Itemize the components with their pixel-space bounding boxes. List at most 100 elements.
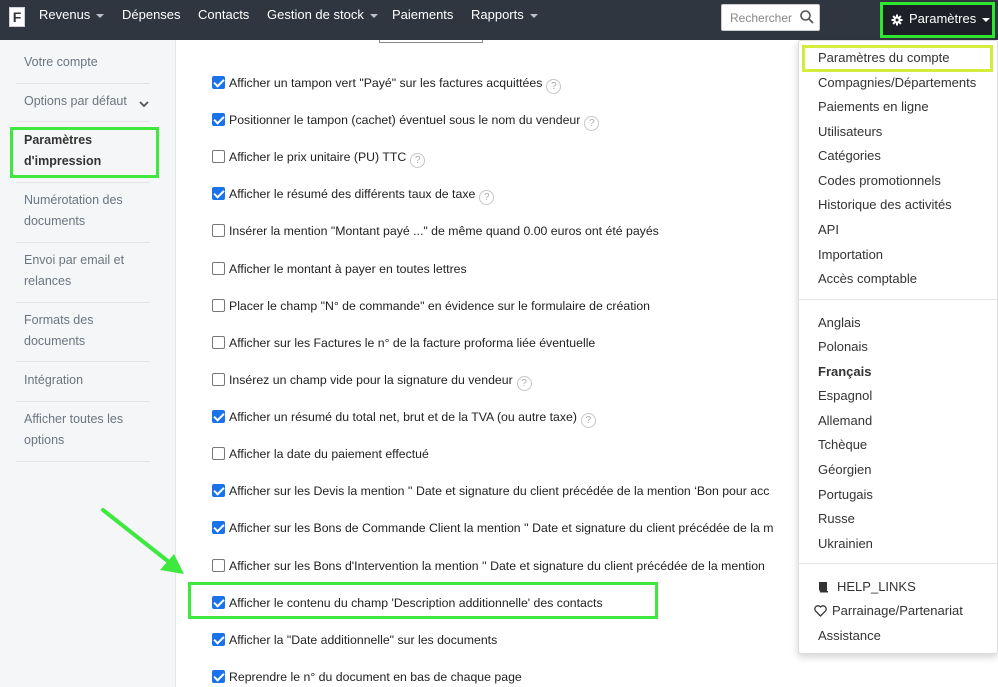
help-icon[interactable]: ? — [479, 190, 495, 205]
nav-contacts-label: Contacts — [198, 7, 250, 22]
option-row[interactable]: Placer le champ "N° de commande" en évid… — [212, 298, 650, 316]
sidebar-item-options-defaut[interactable]: Options par défaut — [16, 91, 150, 112]
menu-item-codes-promo[interactable]: Codes promotionnels — [818, 172, 941, 190]
sidebar-item-toutes-options[interactable]: Afficher toutes les options — [16, 409, 126, 451]
gear-icon — [891, 14, 903, 26]
checkbox[interactable] — [212, 113, 225, 126]
checkbox[interactable] — [212, 224, 225, 237]
search-icon[interactable] — [799, 9, 815, 25]
nav-rapports-label: Rapports — [471, 7, 524, 22]
search-input[interactable] — [726, 5, 796, 30]
nav-depenses-label: Dépenses — [122, 7, 181, 22]
sidebar-item-parametres-impression[interactable]: Paramètres d'impression — [16, 130, 136, 172]
menu-item-lang-ukrainien[interactable]: Ukrainien — [818, 535, 873, 553]
menu-item-parrainage[interactable]: Parrainage/Partenariat — [814, 602, 963, 620]
sidebar-divider — [16, 461, 150, 462]
nav-rapports[interactable]: Rapports — [471, 0, 538, 32]
help-icon[interactable]: ? — [546, 79, 562, 94]
checkbox[interactable] — [212, 410, 225, 423]
option-label: Placer le champ "N° de commande" en évid… — [229, 299, 651, 313]
menu-item-lang-russe[interactable]: Russe — [818, 510, 855, 528]
option-label: Positionner le tampon (cachet) éventuel … — [229, 113, 581, 127]
sidebar-item-envoi-email[interactable]: Envoi par email et relances — [16, 250, 136, 292]
option-row[interactable]: Afficher sur les Factures le n° de la fa… — [212, 335, 595, 353]
menu-item-lang-espagnol[interactable]: Espagnol — [818, 387, 872, 405]
checkbox[interactable] — [212, 150, 225, 163]
option-row[interactable]: Afficher un résumé du total net, brut et… — [212, 409, 596, 428]
chevron-down-icon — [982, 17, 991, 22]
option-row[interactable]: Afficher sur les Devis la mention '' Dat… — [212, 483, 769, 501]
nav-contacts[interactable]: Contacts — [198, 0, 249, 32]
checkbox[interactable] — [212, 670, 225, 683]
checkbox[interactable] — [212, 336, 225, 349]
checkbox[interactable] — [212, 299, 225, 312]
menu-item-historique[interactable]: Historique des activités — [818, 196, 952, 214]
app-logo[interactable]: F — [9, 7, 25, 27]
checkbox[interactable] — [212, 521, 225, 534]
checkbox[interactable] — [212, 559, 225, 572]
help-icon[interactable]: ? — [584, 116, 600, 131]
nav-gestion-stock[interactable]: Gestion de stock — [267, 0, 378, 32]
help-icon[interactable]: ? — [410, 153, 426, 168]
nav-depenses[interactable]: Dépenses — [122, 0, 181, 32]
menu-item-lang-anglais[interactable]: Anglais — [818, 314, 861, 332]
book-icon — [819, 582, 828, 593]
checkbox[interactable] — [212, 633, 225, 646]
checkbox[interactable] — [212, 76, 225, 89]
option-row[interactable]: Insérez un champ vide pour la signature … — [212, 372, 532, 391]
menu-item-utilisateurs[interactable]: Utilisateurs — [818, 123, 882, 141]
menu-item-lang-allemand[interactable]: Allemand — [818, 412, 872, 430]
option-row[interactable]: Afficher le montant à payer en toutes le… — [212, 261, 467, 279]
checkbox[interactable] — [212, 262, 225, 275]
option-label: Afficher un tampon vert "Payé" sur les f… — [229, 76, 543, 90]
settings-button[interactable]: Paramètres — [880, 2, 995, 38]
menu-item-lang-georgien[interactable]: Géorgien — [818, 461, 871, 479]
option-row[interactable]: Afficher le prix unitaire (PU) TTC? — [212, 149, 426, 168]
help-icon[interactable]: ? — [516, 376, 532, 391]
chevron-down-icon[interactable] — [139, 99, 149, 109]
options-panel: Afficher un tampon vert "Payé" sur les f… — [176, 40, 798, 687]
menu-item-lang-francais[interactable]: Français — [818, 363, 871, 381]
menu-item-lang-polonais[interactable]: Polonais — [818, 338, 868, 356]
option-row[interactable]: Afficher sur les Bons d'Intervention la … — [212, 558, 765, 576]
menu-item-help-links[interactable]: HELP_LINKS — [818, 578, 916, 596]
checkbox[interactable] — [212, 447, 225, 460]
option-row[interactable]: Afficher le résumé des différents taux d… — [212, 186, 495, 205]
option-row[interactable]: Afficher un tampon vert "Payé" sur les f… — [212, 75, 562, 94]
search-box — [721, 4, 820, 31]
menu-item-lang-portugais[interactable]: Portugais — [818, 486, 873, 504]
option-row[interactable]: Afficher le contenu du champ 'Descriptio… — [212, 595, 603, 613]
option-label: Insérez un champ vide pour la signature … — [229, 373, 513, 387]
menu-item-acces-comptable[interactable]: Accès comptable — [818, 270, 917, 288]
option-row[interactable]: Afficher sur les Bons de Commande Client… — [212, 520, 773, 538]
menu-item-lang-tcheque[interactable]: Tchèque — [818, 436, 867, 454]
menu-item-categories[interactable]: Catégories — [818, 147, 881, 165]
sidebar-divider — [16, 121, 150, 122]
menu-item-importation[interactable]: Importation — [818, 246, 883, 264]
option-row[interactable]: Afficher la "Date additionnelle" sur les… — [212, 632, 497, 650]
checkbox[interactable] — [212, 373, 225, 386]
menu-item-parametres-compte[interactable]: Paramètres du compte — [818, 49, 950, 67]
option-row[interactable]: Insérer la mention "Montant payé ..." de… — [212, 223, 659, 241]
option-row[interactable]: Reprendre le n° du document en bas de ch… — [212, 669, 522, 687]
option-label: Afficher le prix unitaire (PU) TTC — [229, 150, 407, 164]
sidebar-item-votre-compte[interactable]: Votre compte — [16, 52, 150, 73]
menu-item-paiements-ligne[interactable]: Paiements en ligne — [818, 98, 929, 116]
option-row[interactable]: Afficher la date du paiement effectué — [212, 446, 429, 464]
checkbox[interactable] — [212, 596, 225, 609]
menu-item-label: HELP_LINKS — [837, 579, 916, 594]
menu-item-compagnies[interactable]: Compagnies/Départements — [818, 74, 976, 92]
sidebar-item-formats[interactable]: Formats des documents — [16, 310, 116, 352]
option-label: Afficher un résumé du total net, brut et… — [229, 410, 577, 424]
menu-item-assistance[interactable]: Assistance — [818, 627, 881, 645]
sidebar-item-integration[interactable]: Intégration — [16, 370, 150, 391]
option-row[interactable]: Positionner le tampon (cachet) éventuel … — [212, 112, 600, 131]
checkbox[interactable] — [212, 187, 225, 200]
menu-item-api[interactable]: API — [818, 221, 839, 239]
help-icon[interactable]: ? — [580, 413, 596, 428]
nav-revenus[interactable]: Revenus — [39, 0, 105, 32]
nav-paiements[interactable]: Paiements — [392, 0, 453, 32]
checkbox[interactable] — [212, 484, 225, 497]
sidebar-item-numerotation[interactable]: Numérotation des documents — [16, 190, 136, 232]
sidebar-divider — [16, 401, 150, 402]
